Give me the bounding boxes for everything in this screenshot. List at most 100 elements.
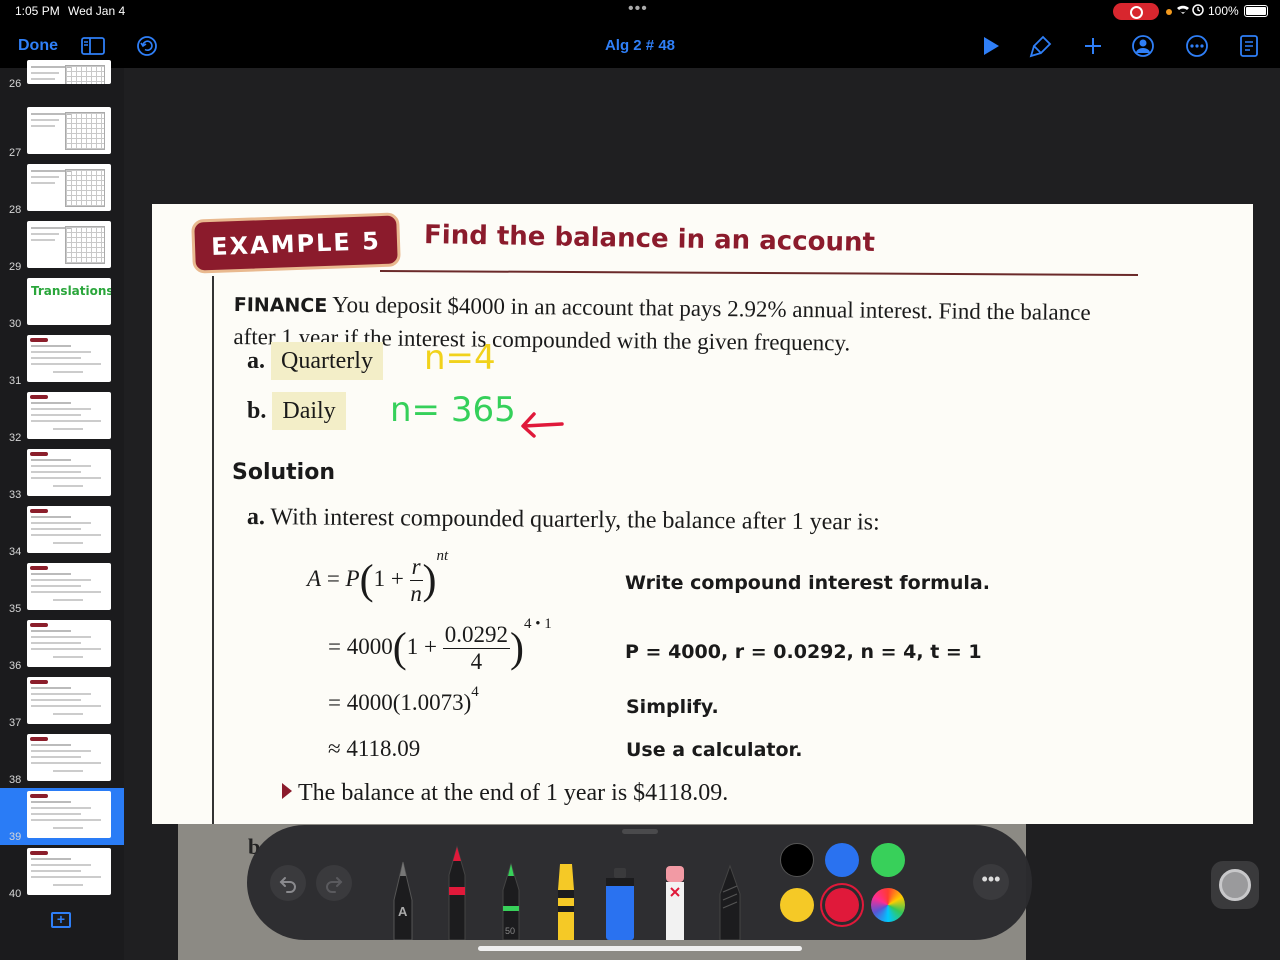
thumbnail-preview bbox=[27, 620, 111, 667]
thumbnail-preview bbox=[27, 392, 111, 439]
page-thumbnail-34[interactable]: 34 bbox=[0, 503, 124, 560]
sidebar-toggle-icon[interactable] bbox=[80, 34, 106, 58]
privacy-indicator-icon bbox=[1166, 9, 1172, 15]
thumbnail-preview bbox=[27, 449, 111, 496]
page-thumbnail-35[interactable]: 35 bbox=[0, 560, 124, 617]
step-3-expr: = 4000(1.0073) bbox=[328, 690, 472, 715]
lasso-tool[interactable] bbox=[718, 864, 742, 941]
color-yellow-swatch[interactable] bbox=[780, 888, 814, 922]
color-black-swatch[interactable] bbox=[780, 843, 814, 877]
page-number: 27 bbox=[9, 147, 22, 159]
page-thumbnail-30[interactable]: Translations 30 bbox=[0, 275, 124, 332]
page-number: 34 bbox=[9, 546, 22, 558]
step-2-exponent: 4 • 1 bbox=[523, 616, 552, 632]
document-title[interactable]: Alg 2 # 48 bbox=[560, 37, 720, 54]
thumbnail-preview bbox=[27, 791, 111, 838]
pen-tool[interactable]: A bbox=[392, 860, 414, 941]
page-number: 37 bbox=[9, 717, 22, 729]
handwriting-n-4: n=4 bbox=[424, 338, 496, 378]
formula-step-2: = 4000(1 + 0.0292 4)4 • 1 bbox=[328, 616, 552, 674]
thumbnail-preview bbox=[27, 107, 111, 154]
solution-a-label: a. bbox=[246, 504, 265, 531]
option-a-text: Quarterly bbox=[271, 342, 383, 380]
color-red-swatch[interactable] bbox=[825, 888, 859, 922]
step-2-numerator: 0.0292 bbox=[442, 622, 510, 649]
handwriting-n-365: n= 365 bbox=[390, 390, 516, 430]
page-thumbnail-37[interactable]: 37 bbox=[0, 674, 124, 731]
redo-button[interactable] bbox=[316, 865, 352, 901]
wifi-icon bbox=[1176, 3, 1204, 20]
color-green-swatch[interactable] bbox=[871, 843, 905, 877]
screen-recording-icon[interactable] bbox=[1113, 3, 1159, 20]
example-badge: EXAMPLE 5 bbox=[191, 212, 401, 274]
page-number: 31 bbox=[9, 375, 22, 387]
page-thumbnail-32[interactable]: 32 bbox=[0, 389, 124, 446]
step-3-note: Simplify. bbox=[626, 696, 719, 718]
option-b-label: b. bbox=[247, 398, 267, 424]
battery-icon bbox=[1244, 5, 1268, 17]
page-number: 28 bbox=[9, 204, 22, 216]
page-thumbnail-40[interactable]: 40 bbox=[0, 845, 124, 902]
thumbnail-preview bbox=[27, 335, 111, 382]
textbook-page[interactable]: EXAMPLE 5 Find the balance in an account… bbox=[152, 204, 1253, 824]
formula-step-1: A = P(1 + r n)nt bbox=[307, 548, 449, 606]
page-number: 40 bbox=[9, 888, 22, 900]
add-icon[interactable] bbox=[1080, 34, 1106, 58]
page-thumbnail-29[interactable]: 29 bbox=[0, 218, 124, 275]
nav-bar: Done Alg 2 # 48 bbox=[0, 24, 1280, 68]
page-number: 39 bbox=[9, 831, 22, 843]
example-label: EXAMPLE 5 bbox=[210, 227, 382, 261]
thumbnail-preview bbox=[27, 734, 111, 781]
document-format-icon[interactable] bbox=[1236, 34, 1262, 58]
toolbar-drag-handle[interactable] bbox=[622, 829, 658, 834]
page-thumbnail-39[interactable]: 39 bbox=[0, 788, 124, 845]
add-page-icon[interactable]: + bbox=[51, 912, 71, 928]
solution-a: a. With interest compounded quarterly, t… bbox=[247, 504, 880, 537]
thumbnail-preview bbox=[27, 563, 111, 610]
thumbnail-preview bbox=[27, 506, 111, 553]
red-arrow-icon bbox=[518, 408, 566, 443]
color-picker-icon[interactable] bbox=[871, 888, 905, 922]
toolbar-more-button[interactable]: ••• bbox=[973, 864, 1009, 900]
assistive-touch-button[interactable] bbox=[1211, 861, 1259, 909]
thumbnail-preview bbox=[27, 60, 111, 84]
undo-button[interactable] bbox=[270, 865, 306, 901]
page-thumbnail-27[interactable]: 27 bbox=[0, 104, 124, 161]
page-thumbnails-sidebar[interactable]: 26 27 28 29 Translations 30 31 32 33 34 35 36 37 38 39… bbox=[0, 60, 124, 960]
collaborate-icon[interactable] bbox=[1130, 34, 1156, 58]
markup-brush-icon[interactable] bbox=[1028, 34, 1054, 58]
status-date: Wed Jan 4 bbox=[68, 4, 126, 18]
more-options-icon[interactable] bbox=[1184, 34, 1210, 58]
page-thumbnail-26[interactable]: 26 bbox=[0, 60, 124, 92]
option-a-label: a. bbox=[247, 348, 265, 374]
formula-step-3: = 4000(1.0073)4 bbox=[328, 684, 479, 716]
page-thumbnail-36[interactable]: 36 bbox=[0, 617, 124, 674]
page-thumbnail-31[interactable]: 31 bbox=[0, 332, 124, 389]
thumbnail-title: Translations bbox=[31, 284, 111, 298]
page-number: 32 bbox=[9, 432, 22, 444]
color-blue-swatch[interactable] bbox=[825, 843, 859, 877]
page-thumbnail-28[interactable]: 28 bbox=[0, 161, 124, 218]
page-number: 33 bbox=[9, 489, 22, 501]
pen-label: A bbox=[398, 904, 408, 919]
home-indicator[interactable] bbox=[478, 946, 802, 951]
highlighter-tool[interactable] bbox=[554, 862, 578, 940]
thumbnail-preview: Translations bbox=[27, 278, 111, 325]
page-thumbnail-38[interactable]: 38 bbox=[0, 731, 124, 788]
fill-tool[interactable] bbox=[604, 866, 636, 940]
multitask-dots-icon[interactable]: ••• bbox=[628, 0, 648, 18]
step-3-exponent: 4 bbox=[471, 684, 479, 700]
option-b: b. Daily bbox=[247, 392, 346, 430]
status-bar: 1:05 PM Wed Jan 4 ••• 100% bbox=[0, 0, 1280, 24]
title-divider bbox=[379, 270, 1138, 276]
marker-tool[interactable] bbox=[446, 845, 468, 941]
page-thumbnail-33[interactable]: 33 bbox=[0, 446, 124, 503]
play-icon[interactable] bbox=[978, 34, 1004, 58]
eraser-tool[interactable] bbox=[664, 864, 686, 940]
undo-history-icon[interactable] bbox=[134, 34, 160, 58]
page-number: 35 bbox=[9, 603, 22, 615]
done-button[interactable]: Done bbox=[18, 37, 58, 55]
thumbnail-preview bbox=[27, 677, 111, 724]
pencil-tool[interactable]: 50 bbox=[500, 862, 522, 941]
thumbnail-preview bbox=[27, 848, 111, 895]
